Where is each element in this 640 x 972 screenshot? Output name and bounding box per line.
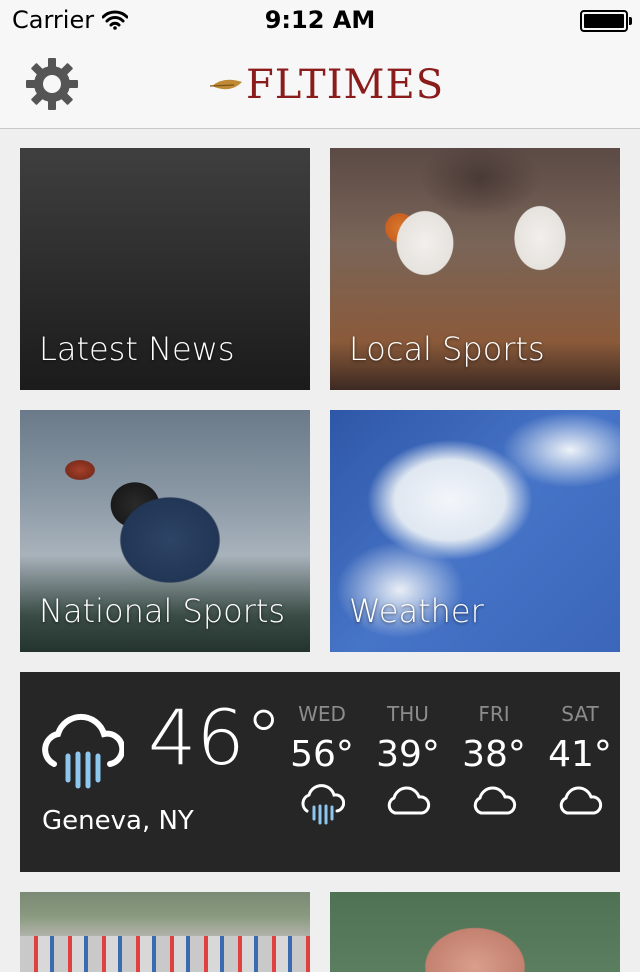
rain-cloud-icon — [42, 713, 124, 789]
weather-city: Geneva, NY — [42, 806, 194, 836]
battery-icon — [580, 10, 632, 32]
tile-traffic-photo[interactable] — [20, 892, 310, 972]
forecast-day-name: THU — [387, 702, 429, 726]
tile-label: Latest News — [39, 330, 235, 368]
nav-bar: FLTIMES — [0, 40, 640, 129]
status-time: 9:12 AM — [264, 6, 376, 34]
traffic-image — [20, 936, 310, 972]
forecast-day-name: FRI — [478, 702, 510, 726]
tile-label: National Sports — [39, 592, 286, 630]
tile-person-photo[interactable] — [330, 892, 620, 972]
tile-label: Local Sports — [349, 330, 545, 368]
forecast-day: FRI 38° — [458, 702, 530, 821]
forecast-temp: 38° — [462, 734, 526, 775]
forecast-day: WED 56° — [286, 702, 358, 825]
leaf-logo-icon — [210, 79, 242, 90]
forecast-day: THU 39° — [372, 702, 444, 821]
cloud-icon — [473, 786, 517, 815]
status-bar: Carrier 9:12 AM — [0, 0, 640, 40]
tile-latest-news[interactable]: Latest News — [20, 148, 310, 390]
tile-national-sports[interactable]: National Sports — [20, 410, 310, 652]
app-logo: FLTIMES — [210, 62, 444, 108]
rain-cloud-icon — [301, 784, 345, 825]
tile-label: Weather — [349, 592, 484, 630]
forecast-temp: 39° — [376, 734, 440, 775]
forecast-temp: 56° — [290, 734, 354, 775]
tile-local-sports[interactable]: Local Sports — [330, 148, 620, 390]
cloud-icon — [559, 786, 603, 815]
logo-text: FLTIMES — [246, 62, 445, 108]
forecast-temp: 41° — [548, 734, 612, 775]
forecast-day: SAT 41° — [544, 702, 616, 821]
current-temperature: 46° — [148, 693, 283, 782]
gear-icon[interactable] — [24, 56, 80, 112]
forecast-day-name: SAT — [561, 702, 599, 726]
cloud-icon — [387, 786, 431, 815]
forecast-day-name: WED — [298, 702, 346, 726]
tile-weather[interactable]: Weather — [330, 410, 620, 652]
weather-widget[interactable]: 46° Geneva, NY WED 56° THU 39° FRI 38° S… — [20, 672, 620, 872]
